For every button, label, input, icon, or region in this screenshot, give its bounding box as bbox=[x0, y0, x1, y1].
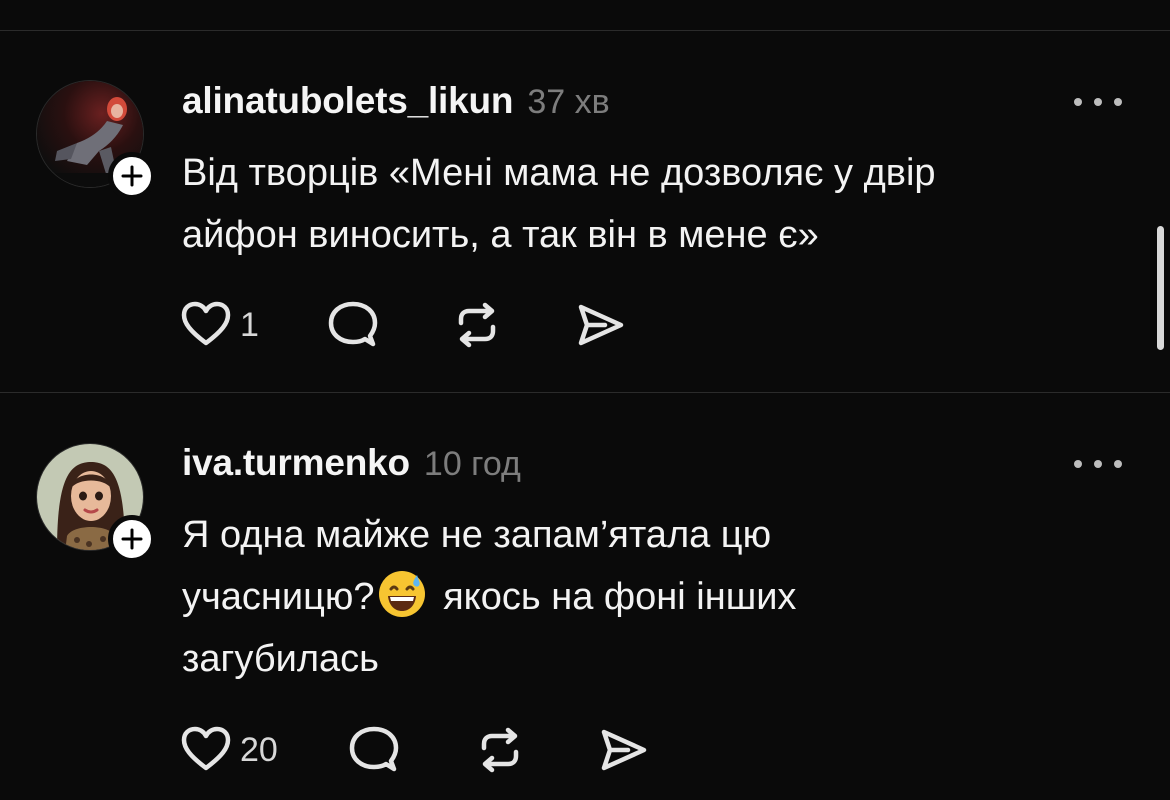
post-text-line: Від творців «Мені мама не дозволяє у дві… bbox=[182, 152, 936, 194]
comment-icon bbox=[349, 726, 399, 772]
more-options-icon[interactable] bbox=[1074, 92, 1122, 112]
like-count: 20 bbox=[240, 730, 278, 769]
timestamp: 10 год bbox=[423, 445, 521, 483]
action-bar: 1 bbox=[180, 300, 627, 350]
repost-button[interactable] bbox=[474, 726, 526, 774]
repost-button[interactable] bbox=[451, 301, 503, 349]
username[interactable]: alinatubolets_likun bbox=[182, 80, 514, 122]
scrollbar[interactable] bbox=[1157, 226, 1164, 350]
avatar[interactable] bbox=[36, 80, 156, 200]
comment-button[interactable] bbox=[327, 300, 379, 350]
post-text-line: загубилась bbox=[182, 638, 379, 680]
username[interactable]: iva.turmenko bbox=[182, 442, 410, 484]
follow-button[interactable] bbox=[108, 515, 156, 563]
action-bar: 20 bbox=[180, 725, 650, 775]
post-header: alinatubolets_likun 37 хв bbox=[182, 80, 610, 122]
share-icon bbox=[601, 729, 647, 771]
comment-button[interactable] bbox=[348, 725, 400, 775]
post-text: Від творців «Мені мама не дозволяє у дві… bbox=[182, 142, 936, 266]
more-options-icon[interactable] bbox=[1074, 454, 1122, 474]
avatar[interactable] bbox=[36, 443, 156, 563]
divider-top bbox=[0, 30, 1170, 31]
like-count: 1 bbox=[240, 305, 259, 344]
plus-icon bbox=[121, 165, 143, 187]
comment-icon bbox=[328, 301, 378, 347]
divider bbox=[0, 392, 1170, 393]
plus-icon bbox=[121, 528, 143, 550]
heart-icon bbox=[181, 301, 231, 346]
repost-icon bbox=[481, 727, 519, 773]
share-button[interactable] bbox=[575, 301, 627, 349]
post-text-line: Я одна майже не запам’ятала цю bbox=[182, 514, 772, 556]
like-button[interactable]: 20 bbox=[180, 726, 278, 774]
threads-feed: alinatubolets_likun 37 хв Від творців «М… bbox=[0, 0, 1170, 800]
repost-icon bbox=[458, 302, 496, 348]
post-text-line: айфон виносить, а так він в мене є» bbox=[182, 214, 819, 256]
follow-button[interactable] bbox=[108, 152, 156, 200]
share-button[interactable] bbox=[598, 726, 650, 774]
timestamp: 37 хв bbox=[527, 83, 610, 121]
post-text-line: учасницю? якось на фоні інших bbox=[182, 566, 796, 628]
grinning-face-with-sweat-icon bbox=[378, 571, 425, 617]
share-icon bbox=[578, 304, 624, 346]
post-text-segment: учасницю? bbox=[182, 576, 375, 618]
post-header: iva.turmenko 10 год bbox=[182, 442, 521, 484]
post-text-segment: якось на фоні інших bbox=[443, 576, 797, 618]
like-button[interactable]: 1 bbox=[180, 301, 259, 349]
post-text: Я одна майже не запам’ятала цю учасницю?… bbox=[182, 504, 796, 690]
heart-icon bbox=[181, 726, 231, 771]
